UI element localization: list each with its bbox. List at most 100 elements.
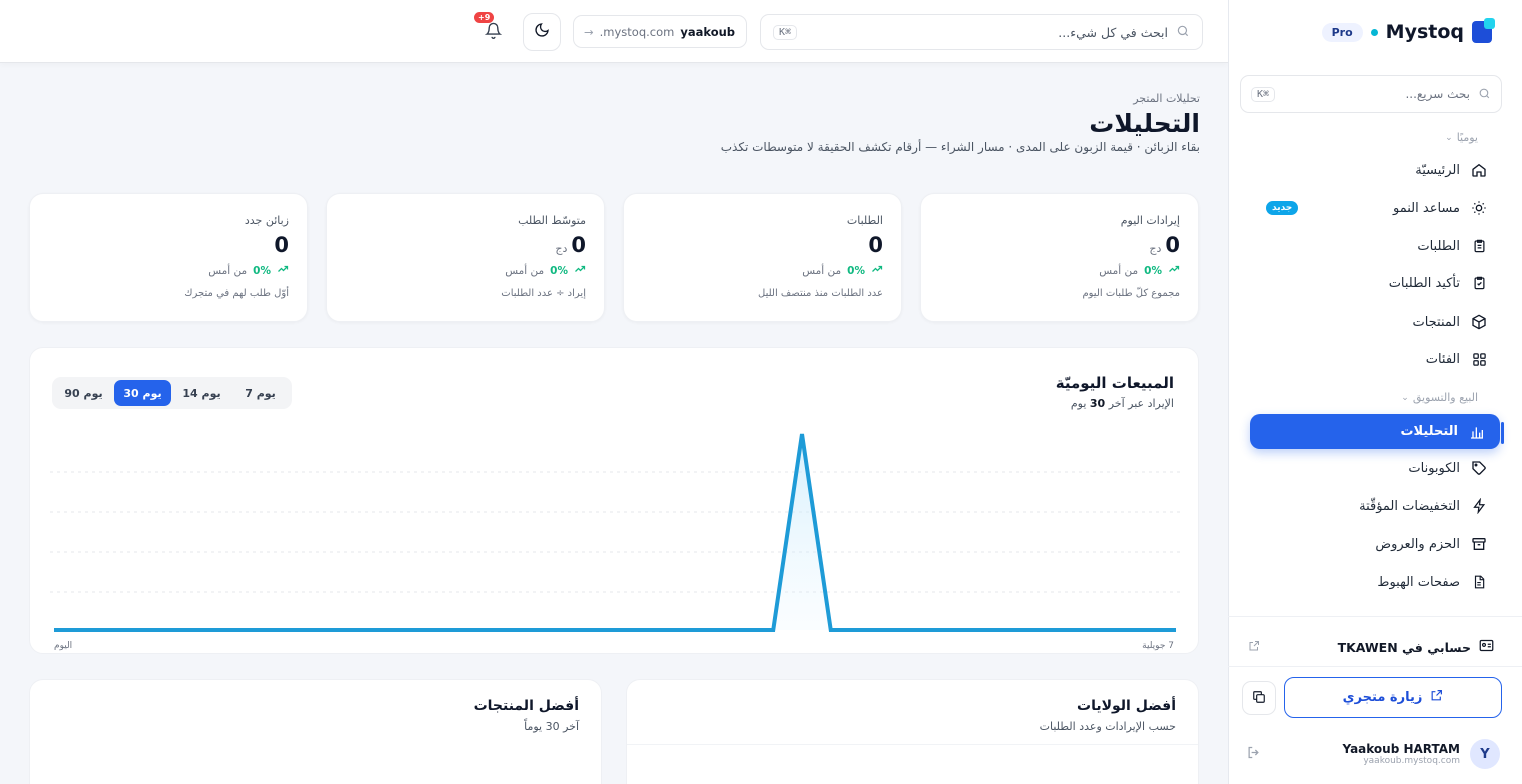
trend-up-icon <box>1168 263 1180 278</box>
notifications-button[interactable] <box>481 20 505 44</box>
divider <box>1228 666 1522 667</box>
x-axis-start-label: 7 جويلية <box>1142 641 1174 651</box>
range-tab-30[interactable]: 30 يوم <box>114 380 171 406</box>
top-products-title: أفضل المنتجات <box>473 698 579 714</box>
chevron-down-icon: ⌄ <box>1445 132 1453 143</box>
kpi-change: 0% <box>550 264 568 277</box>
trend-up-icon <box>871 263 883 278</box>
tkawen-label: حسابي في TKAWEN <box>1337 639 1471 655</box>
sidebar-item-home[interactable]: الرئيسيّة <box>1240 153 1502 187</box>
theme-toggle-button[interactable] <box>523 13 561 51</box>
sidebar-item-products[interactable]: المنتجات <box>1240 305 1502 339</box>
sidebar-item-label: التحليلات <box>1400 424 1458 439</box>
search-placeholder: بحث سريع... <box>1405 87 1470 101</box>
sidebar-item-categories[interactable]: الفئات <box>1240 342 1502 376</box>
global-search-input[interactable]: ابحث في كل شيء... ⌘K <box>760 14 1203 50</box>
daily-sales-chart-card: المبيعات اليوميّة الإيراد عبر آخر 30 يوم… <box>29 347 1199 654</box>
top-states-subtitle: حسب الإيرادات وعدد الطلبات <box>1039 720 1176 733</box>
id-card-icon <box>1479 639 1494 655</box>
kpi-change-label: من أمس <box>802 264 842 277</box>
sidebar-item-bundles[interactable]: الحزم والعروض <box>1240 527 1502 561</box>
sidebar-item-label: الكوبونات <box>1408 460 1460 476</box>
user-profile[interactable]: Y Yaakoub HARTAM yaakoub.mystoq.com <box>1246 735 1500 773</box>
search-placeholder: ابحث في كل شيء... <box>1058 24 1168 40</box>
sidebar-item-label: صفحات الهبوط <box>1377 574 1460 590</box>
store-link[interactable]: → .mystoq.com yaakoub <box>573 15 747 48</box>
grid-icon <box>1470 350 1488 368</box>
page-header: تحليلات المتجر التحليلات بقاء الزبائن · … <box>500 92 1200 154</box>
visit-store-label: زيارة متجري <box>1342 690 1423 705</box>
range-tab-90[interactable]: 90 يوم <box>55 380 112 406</box>
tkawen-account-link[interactable]: حسابي في TKAWEN <box>1248 636 1494 658</box>
divider <box>627 744 1198 745</box>
chart-title: المبيعات اليوميّة <box>1055 374 1174 392</box>
kpi-change-label: من أمس <box>1099 264 1139 277</box>
file-icon <box>1470 573 1488 591</box>
kpi-value: 0 <box>274 233 289 257</box>
store-domain: .mystoq.com <box>599 24 675 39</box>
copy-store-link-button[interactable] <box>1242 681 1276 715</box>
range-tab-14[interactable]: 14 يوم <box>173 380 230 406</box>
brand-dot <box>1370 28 1378 36</box>
kpi-value: 0دج <box>1149 233 1180 257</box>
sidebar-item-flash-sales[interactable]: التخفيضات المؤقّتة <box>1240 489 1502 523</box>
top-states-title: أفضل الولايات <box>1077 698 1176 714</box>
section-sales-marketing[interactable]: البيع والتسويق ⌄ <box>1401 391 1478 404</box>
trend-up-icon <box>574 263 586 278</box>
section-daily[interactable]: يوميًا ⌄ <box>1445 131 1478 144</box>
page-subtitle: بقاء الزبائن · قيمة الزبون على المدى · م… <box>720 140 1200 154</box>
range-tabs: 90 يوم 30 يوم 14 يوم 7 يوم <box>52 377 292 409</box>
sidebar-item-growth-assistant[interactable]: مساعد النمو جديد <box>1240 191 1502 225</box>
range-tab-7[interactable]: 7 يوم <box>232 380 289 406</box>
breadcrumb: تحليلات المتجر <box>1133 92 1200 105</box>
brand[interactable]: Mystoq Pro <box>1321 18 1495 46</box>
clipboard-icon <box>1470 237 1488 255</box>
sidebar-item-landing-pages[interactable]: صفحات الهبوط <box>1240 565 1502 599</box>
sidebar-item-orders[interactable]: الطلبات <box>1240 229 1502 263</box>
visit-store-button[interactable]: زيارة متجري <box>1284 677 1502 718</box>
sidebar-search-input[interactable]: بحث سريع... ⌘K <box>1240 75 1502 113</box>
trend-up-icon <box>277 263 289 278</box>
brand-logo-icon <box>1472 18 1495 43</box>
user-name: Yaakoub HARTAM <box>1342 742 1460 756</box>
kpi-change-label: من أمس <box>505 264 545 277</box>
x-axis-end-label: اليوم <box>54 641 73 651</box>
kpi-change: 0% <box>1144 264 1162 277</box>
kpi-change: 0% <box>847 264 865 277</box>
arrow-right-icon: → <box>584 24 594 39</box>
bell-icon <box>484 22 502 43</box>
sales-line <box>54 433 1176 632</box>
kpi-label: إيرادات اليوم <box>1120 214 1180 227</box>
moon-icon <box>534 22 550 42</box>
sidebar-item-coupons[interactable]: الكوبونات <box>1240 451 1502 485</box>
divider <box>1228 616 1522 617</box>
top-bar: ابحث في كل شيء... ⌘K → .mystoq.com yaako… <box>0 0 1228 63</box>
kpi-card-new-customers: زبائن جدد 0 0% من أمس أوّل طلب لهم في مت… <box>29 193 308 322</box>
plan-badge: Pro <box>1321 22 1363 42</box>
kpi-note: إيراد ÷ عدد الطلبات <box>501 288 586 299</box>
kpi-trend: 0% من أمس <box>642 263 883 278</box>
logout-icon[interactable] <box>1246 745 1261 764</box>
lightbulb-icon <box>1470 199 1488 217</box>
user-email: yaakoub.mystoq.com <box>1363 756 1460 766</box>
kpi-change-label: من أمس <box>208 264 248 277</box>
sidebar-item-label: مساعد النمو <box>1393 200 1460 216</box>
kpi-value: 0دج <box>555 233 586 257</box>
brand-name: Mystoq <box>1385 21 1464 43</box>
box-icon <box>1470 313 1488 331</box>
bar-chart-icon <box>1468 423 1486 441</box>
sidebar-item-label: الطلبات <box>1417 238 1460 254</box>
sidebar-item-analytics[interactable]: التحليلات <box>1250 414 1500 449</box>
active-indicator <box>1501 422 1504 444</box>
kpi-unit: دج <box>555 242 568 255</box>
tag-icon <box>1470 459 1488 477</box>
sidebar-item-order-confirmation[interactable]: تأكيد الطلبات <box>1240 266 1502 300</box>
kpi-card-orders: الطلبات 0 0% من أمس عدد الطلبات منذ منتص… <box>623 193 902 322</box>
home-icon <box>1470 161 1488 179</box>
top-products-card: أفضل المنتجات آخر 30 يوماً <box>29 679 602 784</box>
kpi-card-today-revenue: إيرادات اليوم 0دج 0% من أمس مجموع كلّ طل… <box>920 193 1199 322</box>
store-slug: yaakoub <box>680 24 736 39</box>
kpi-value: 0 <box>868 233 883 257</box>
search-icon <box>1478 85 1491 104</box>
kpi-label: الطلبات <box>846 214 883 227</box>
